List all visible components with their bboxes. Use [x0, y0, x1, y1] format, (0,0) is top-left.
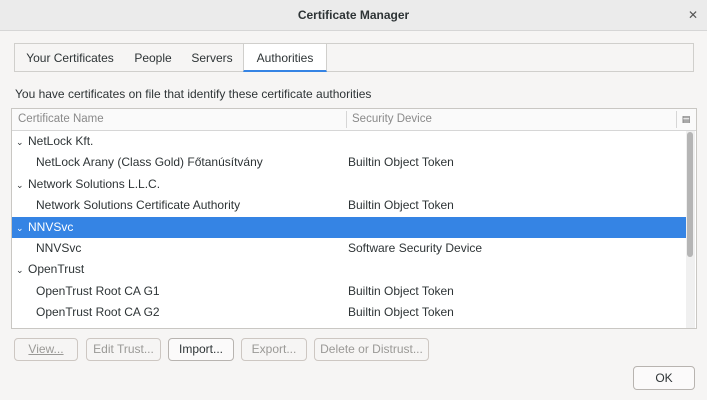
tree-row[interactable]: NNVSvc Software Security Device: [12, 238, 686, 259]
ok-button[interactable]: OK: [633, 366, 695, 390]
scrollbar[interactable]: [686, 131, 695, 328]
tab-servers[interactable]: Servers: [181, 44, 243, 72]
column-separator[interactable]: [676, 111, 677, 128]
chevron-down-icon[interactable]: ⌄: [16, 218, 28, 239]
certificate-name: Network Solutions Certificate Authority: [36, 198, 241, 213]
scrollbar-thumb[interactable]: [687, 132, 693, 257]
tab-your-certificates[interactable]: Your Certificates: [15, 44, 125, 72]
tree-row[interactable]: OpenTrust Root CA G2 Builtin Object Token: [12, 302, 686, 323]
chevron-down-icon[interactable]: ⌄: [16, 132, 28, 153]
tab-bar: Your Certificates People Servers Authori…: [14, 43, 694, 72]
certificate-name: OpenTrust Root CA G1: [36, 283, 160, 298]
column-picker-icon[interactable]: ▤: [680, 113, 692, 125]
tab-authorities[interactable]: Authorities: [243, 44, 327, 72]
tree-group-row[interactable]: ⌄ NetLock Kft.: [12, 131, 686, 152]
export-button[interactable]: Export...: [241, 338, 307, 361]
column-header-certificate-name[interactable]: Certificate Name: [18, 109, 104, 130]
tree-header: Certificate Name Security Device ▤: [12, 109, 696, 131]
chevron-down-icon[interactable]: ⌄: [16, 175, 28, 196]
certificate-name: OpenTrust Root CA G2: [36, 305, 160, 320]
certificate-name: NNVSvc: [36, 240, 82, 255]
certificate-name: NetLock Arany (Class Gold) Főtanúsítvány: [36, 155, 263, 170]
certificate-name: NNVSvc: [28, 219, 74, 234]
window-title: Certificate Manager: [297, 8, 410, 22]
import-button[interactable]: Import...: [168, 338, 234, 361]
tree-group-row[interactable]: ⌄ NNVSvc: [12, 216, 686, 239]
intro-text: You have certificates on file that ident…: [15, 87, 372, 101]
title-bar: Certificate Manager ✕: [0, 0, 707, 31]
security-device: Builtin Object Token: [348, 305, 454, 320]
security-device: Builtin Object Token: [348, 198, 454, 213]
tab-people[interactable]: People: [125, 44, 181, 72]
security-device: Builtin Object Token: [348, 155, 454, 170]
tree-group-row[interactable]: ⌄ OpenTrust: [12, 259, 686, 280]
tree-row[interactable]: Network Solutions Certificate Authority B…: [12, 195, 686, 216]
tree-row[interactable]: OpenTrust Root CA G1 Builtin Object Token: [12, 281, 686, 302]
column-header-security-device[interactable]: Security Device: [352, 109, 432, 130]
view-button[interactable]: View...: [14, 338, 78, 361]
tree-group-row[interactable]: ⌄ Network Solutions L.L.C.: [12, 174, 686, 195]
tree-row[interactable]: NetLock Arany (Class Gold) Főtanúsítvány…: [12, 152, 686, 173]
certificate-name: Network Solutions L.L.C.: [28, 176, 161, 191]
chevron-down-icon[interactable]: ⌄: [16, 260, 28, 281]
certificate-tree[interactable]: Certificate Name Security Device ▤ ⌄ NetL…: [11, 108, 697, 329]
certificate-name: OpenTrust: [28, 262, 85, 277]
close-icon[interactable]: ✕: [683, 5, 703, 25]
delete-or-distrust-button[interactable]: Delete or Distrust...: [314, 338, 429, 361]
security-device: Builtin Object Token: [348, 283, 454, 298]
edit-trust-button[interactable]: Edit Trust...: [86, 338, 161, 361]
certificate-name: NetLock Kft.: [28, 134, 94, 148]
column-separator[interactable]: [346, 111, 347, 128]
tree-rows: ⌄ NetLock Kft. NetLock Arany (Class Gold) …: [12, 131, 686, 324]
security-device: Software Security Device: [348, 240, 483, 255]
